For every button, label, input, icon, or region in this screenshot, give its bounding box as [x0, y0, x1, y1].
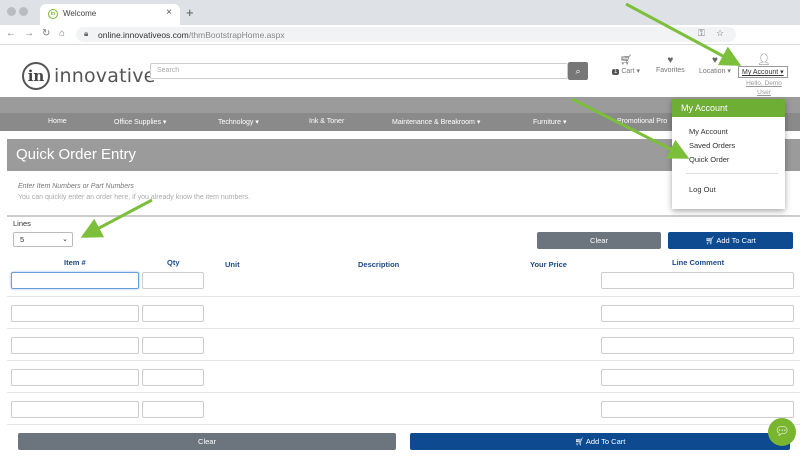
browser-tab[interactable]: in Welcome ×: [40, 4, 180, 25]
reload-icon[interactable]: ↻: [42, 28, 50, 39]
lines-select[interactable]: 5 ⌄: [13, 232, 73, 247]
nav-maintenance[interactable]: Maintenance & Breakroom ▾: [392, 118, 480, 126]
col-line-comment: Line Comment: [672, 258, 725, 267]
cart-icon: 🛒︎: [619, 55, 633, 66]
back-icon[interactable]: ←: [6, 28, 16, 39]
nav-technology[interactable]: Technology ▾: [218, 118, 259, 126]
menu-divider: [686, 173, 778, 174]
cart-label: Cart: [621, 68, 635, 75]
qty-input[interactable]: [142, 337, 204, 354]
window-minimize-dot[interactable]: [19, 7, 28, 16]
col-description: Description: [358, 260, 400, 269]
site-logo[interactable]: in innovative: [22, 60, 156, 92]
logo-word: innovative: [54, 65, 156, 87]
dropdown-header: My Account: [672, 99, 785, 117]
row-divider: [7, 392, 800, 393]
hello-user[interactable]: Hello, Demo User: [742, 79, 786, 97]
search-icon[interactable]: ⌕: [568, 62, 588, 80]
new-tab-icon[interactable]: +: [186, 5, 194, 20]
hint-text: You can quickly enter an order here, if …: [18, 194, 251, 201]
home-icon[interactable]: ⌂: [59, 28, 65, 39]
page-title: Quick Order Entry: [16, 146, 137, 163]
arrow-to-lines-select: [80, 198, 153, 238]
forward-icon[interactable]: →: [24, 28, 34, 39]
item-number-input[interactable]: [11, 272, 139, 289]
nav-ink-toner[interactable]: Ink & Toner: [309, 118, 344, 125]
cart-link[interactable]: 🛒︎ 1 Cart ▾: [612, 55, 640, 75]
lines-label: Lines: [13, 219, 31, 228]
row-divider: [7, 296, 800, 297]
lock-icon: 🔒︎: [84, 29, 89, 38]
my-account-label: My Account: [742, 69, 779, 76]
line-comment-input[interactable]: [601, 337, 794, 354]
chevron-down-icon: ⌄: [62, 236, 68, 243]
logo-mark: in: [22, 62, 50, 90]
qty-input[interactable]: [142, 369, 204, 386]
star-icon[interactable]: ☆: [716, 28, 724, 39]
add-to-cart-button-top[interactable]: 🛒︎ Add To Cart: [668, 232, 793, 249]
row-divider: [7, 360, 800, 361]
item-number-input[interactable]: [11, 337, 139, 354]
nav-home[interactable]: Home: [48, 118, 67, 125]
location-label: Location: [699, 68, 726, 75]
qty-input[interactable]: [142, 401, 204, 418]
row-divider: [7, 328, 800, 329]
lines-value: 5: [20, 235, 25, 244]
close-icon[interactable]: ×: [166, 7, 172, 18]
item-number-input[interactable]: [11, 369, 139, 386]
hint-title: Enter Item Numbers or Part Numbers: [18, 183, 134, 190]
nav-furniture[interactable]: Furniture ▾: [533, 118, 566, 126]
browser-toolbar: ← → ↻ ⌂ 🔒︎ online.innovativeos.com/thmBo…: [0, 25, 800, 45]
address-bar[interactable]: 🔒︎ online.innovativeos.com/thmBootstrapH…: [76, 27, 736, 42]
item-number-input[interactable]: [11, 401, 139, 418]
heart-icon: ♥: [667, 55, 674, 66]
chat-icon[interactable]: 💬︎: [768, 418, 796, 446]
tab-title: Welcome: [63, 9, 97, 18]
clear-button-bottom[interactable]: Clear: [18, 433, 396, 450]
my-account-dropdown: My Account My Account Saved Orders Quick…: [672, 99, 785, 209]
favorites-link[interactable]: ♥ Favorites: [656, 55, 685, 74]
my-account-button[interactable]: My Account ▾: [738, 66, 788, 78]
favicon-icon: in: [48, 9, 58, 19]
line-comment-input[interactable]: [601, 305, 794, 322]
col-your-price: Your Price: [530, 260, 567, 269]
add-to-cart-label: Add To Cart: [585, 437, 626, 446]
qty-input[interactable]: [142, 305, 204, 322]
favorites-label: Favorites: [656, 67, 685, 74]
url-text: online.innovativeos.com/thmBootstrapHome…: [98, 30, 285, 40]
menu-item-quick-order[interactable]: Quick Order: [689, 155, 729, 164]
location-link[interactable]: ♥ Location ▾: [699, 55, 731, 75]
col-unit: Unit: [225, 260, 240, 269]
line-comment-input[interactable]: [601, 272, 794, 289]
browser-tab-bar: in Welcome × +: [0, 0, 800, 25]
col-qty: Qty: [167, 258, 180, 267]
menu-item-my-account[interactable]: My Account: [689, 127, 728, 136]
site-search-input[interactable]: Search: [150, 63, 568, 79]
cart-count-badge: 1: [612, 69, 620, 75]
line-comment-input[interactable]: [601, 369, 794, 386]
nav-promotional[interactable]: Promotional Pro: [617, 118, 667, 125]
row-divider: [7, 424, 800, 425]
col-item-number: Item #: [64, 258, 86, 267]
line-comment-input[interactable]: [601, 401, 794, 418]
location-icon: ♥: [712, 55, 718, 66]
section-divider: [7, 215, 800, 217]
key-icon[interactable]: ⚿: [698, 28, 705, 39]
menu-item-saved-orders[interactable]: Saved Orders: [689, 141, 735, 150]
menu-item-log-out[interactable]: Log Out: [689, 185, 716, 194]
item-number-input[interactable]: [11, 305, 139, 322]
nav-office-supplies[interactable]: Office Supplies ▾: [114, 118, 166, 126]
add-to-cart-label: Add To Cart: [716, 236, 756, 245]
user-icon[interactable]: 👤︎: [757, 53, 771, 66]
window-close-dot[interactable]: [7, 7, 16, 16]
qty-input[interactable]: [142, 272, 204, 289]
cart-icon: 🛒︎: [705, 236, 715, 245]
clear-button-top[interactable]: Clear: [537, 232, 661, 249]
add-to-cart-button-bottom[interactable]: 🛒︎ Add To Cart: [410, 433, 790, 450]
cart-icon: 🛒︎: [574, 437, 585, 446]
